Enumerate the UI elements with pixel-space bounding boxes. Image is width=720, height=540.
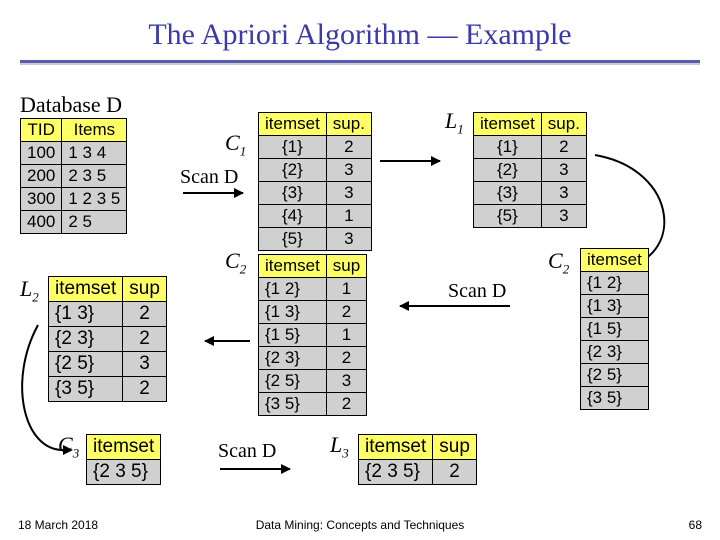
arrow-left-icon	[400, 305, 510, 307]
table-row: {1 3}2	[259, 301, 367, 324]
table-row: {1 2}1	[259, 278, 367, 301]
th-sup: sup	[123, 277, 167, 302]
table-row: 2002 3 5	[21, 165, 127, 188]
table-row: {3 5}	[581, 387, 649, 410]
label-l1: L1	[445, 108, 464, 137]
th-tid: TID	[21, 119, 62, 142]
label-c1: C1	[225, 130, 246, 159]
label-c3: C3	[58, 432, 79, 461]
table-c2-items: itemset {1 2} {1 3} {1 5} {2 3} {2 5} {3…	[580, 248, 649, 410]
table-row: {5}3	[474, 205, 587, 228]
label-l3: L3	[330, 432, 349, 461]
th-sup: sup	[326, 255, 366, 278]
label-l2: L2	[20, 276, 39, 305]
table-l3: itemsetsup {2 3 5}2	[358, 434, 477, 485]
th-itemset: itemset	[259, 255, 327, 278]
th-items: Items	[62, 119, 127, 142]
th-itemset: itemset	[87, 435, 161, 460]
table-row: {2 5}	[581, 364, 649, 387]
label-scan-d-2: Scan D	[448, 280, 506, 303]
table-row: {1 3}	[581, 295, 649, 318]
table-row: {2}3	[474, 159, 587, 182]
table-row: 3001 2 3 5	[21, 188, 127, 211]
th-itemset: itemset	[49, 277, 123, 302]
footer-title: Data Mining: Concepts and Techniques	[0, 518, 720, 532]
table-row: 4002 5	[21, 211, 127, 234]
table-c3: itemset {2 3 5}	[86, 434, 161, 485]
th-itemset: itemset	[581, 249, 649, 272]
table-database-d: TIDItems 1001 3 4 2002 3 5 3001 2 3 5 40…	[20, 118, 127, 234]
table-row: {3}3	[474, 182, 587, 205]
th-sup: sup.	[541, 113, 586, 136]
th-itemset: itemset	[359, 435, 433, 460]
table-row: {4}1	[259, 205, 372, 228]
table-row: {1}2	[259, 136, 372, 159]
title-underline	[20, 60, 700, 63]
table-row: {1 5}	[581, 318, 649, 341]
table-row: {2}3	[259, 159, 372, 182]
table-c1: itemsetsup. {1}2 {2}3 {3}3 {4}1 {5}3	[258, 112, 372, 251]
arrow-icon	[183, 192, 243, 194]
label-scan-d-3: Scan D	[218, 440, 276, 463]
table-row: {2 3 5}2	[359, 460, 477, 485]
arrow-left-icon	[205, 340, 250, 342]
label-database-d: Database D	[20, 92, 122, 118]
table-row: {5}3	[259, 228, 372, 251]
page-title: The Apriori Algorithm — Example	[0, 0, 720, 60]
label-c2-sup: C2	[225, 248, 246, 277]
th-sup: sup	[433, 435, 477, 460]
table-row: {1 2}	[581, 272, 649, 295]
table-row: {1}2	[474, 136, 587, 159]
arrow-icon	[380, 160, 440, 162]
table-row: {2 5}3	[259, 370, 367, 393]
table-row: {2 3}2	[259, 347, 367, 370]
table-row: 1001 3 4	[21, 142, 127, 165]
table-c2-sup: itemsetsup {1 2}1 {1 3}2 {1 5}1 {2 3}2 {…	[258, 254, 367, 416]
table-row: {2 3}	[581, 341, 649, 364]
th-itemset: itemset	[474, 113, 542, 136]
table-row: {3 5}2	[259, 393, 367, 416]
footer-page: 68	[689, 518, 702, 532]
th-itemset: itemset	[259, 113, 327, 136]
table-row: {3}3	[259, 182, 372, 205]
label-scan-d-1: Scan D	[180, 166, 238, 189]
table-row: {2 3 5}	[87, 460, 161, 485]
arrow-icon	[220, 468, 290, 470]
label-c2-items: C2	[548, 248, 569, 277]
th-sup: sup.	[326, 113, 371, 136]
table-row: {1 5}1	[259, 324, 367, 347]
table-l1: itemsetsup. {1}2 {2}3 {3}3 {5}3	[473, 112, 587, 228]
